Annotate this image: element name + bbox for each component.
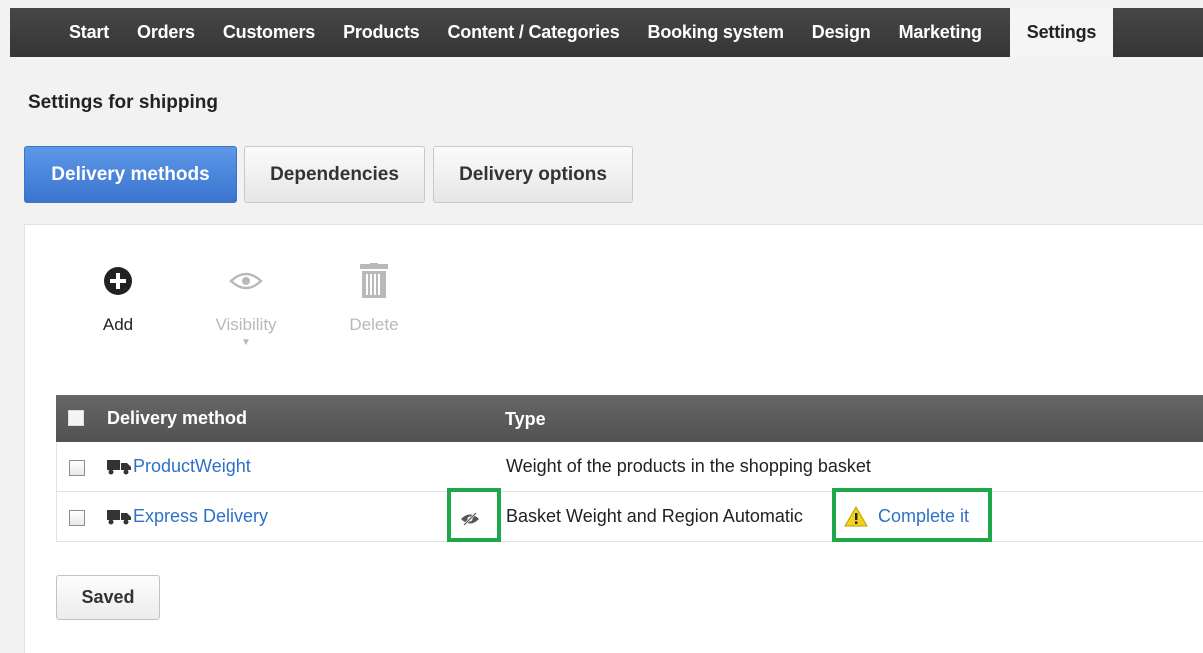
nav-item-booking-system[interactable]: Booking system [634,8,798,57]
delivery-type: Weight of the products in the shopping b… [506,456,871,476]
tab-delivery-methods[interactable]: Delivery methods [24,146,237,203]
row-checkbox[interactable] [69,510,85,531]
nav-item-marketing[interactable]: Marketing [885,8,996,57]
column-header-delivery-method: Delivery method [107,408,248,428]
column-header-type: Type [505,409,546,429]
nav-item-orders[interactable]: Orders [123,8,209,57]
main-panel: Add Visibility ▼ Delete Delivery method … [24,224,1203,653]
nav-item-customers[interactable]: Customers [209,8,329,57]
delivery-method-link[interactable]: Express Delivery [133,506,268,527]
trash-icon [360,263,388,298]
visibility-label: Visibility [215,315,277,334]
table-row: Express Delivery Basket Weight and Regio… [56,488,1203,542]
page-title: Settings for shipping [28,92,218,113]
nav-item-design[interactable]: Design [798,8,885,57]
nav-item-start[interactable]: Start [55,8,123,57]
warning-icon [844,506,868,532]
select-all-checkbox[interactable] [68,410,84,431]
visibility-button[interactable]: Visibility ▼ [206,261,286,348]
delivery-methods-table: Delivery method Type ProductWeight Weigh… [56,395,1203,542]
tab-delivery-options[interactable]: Delivery options [433,146,633,203]
chevron-down-icon: ▼ [241,337,251,348]
add-button[interactable]: Add [78,261,158,335]
eye-slash-icon[interactable] [460,510,480,531]
add-label: Add [102,315,134,334]
row-checkbox[interactable] [69,460,85,481]
delivery-type: Basket Weight and Region Automatic [506,506,803,526]
table-header: Delivery method Type [56,395,1203,442]
plus-circle-icon [104,267,132,295]
complete-it-link[interactable]: Complete it [878,506,969,527]
nav-item-settings[interactable]: Settings [1009,8,1114,57]
saved-button[interactable]: Saved [56,575,160,620]
nav-item-products[interactable]: Products [329,8,433,57]
top-nav: Start Orders Customers Products Content … [10,8,1203,57]
truck-icon [107,509,133,530]
eye-icon [229,272,263,290]
delete-label: Delete [349,315,399,334]
table-row: ProductWeight Weight of the products in … [56,442,1203,492]
nav-item-content-categories[interactable]: Content / Categories [434,8,634,57]
delivery-method-link[interactable]: ProductWeight [133,456,251,477]
truck-icon [107,459,133,480]
tab-dependencies[interactable]: Dependencies [244,146,425,203]
delete-button[interactable]: Delete [334,261,414,335]
